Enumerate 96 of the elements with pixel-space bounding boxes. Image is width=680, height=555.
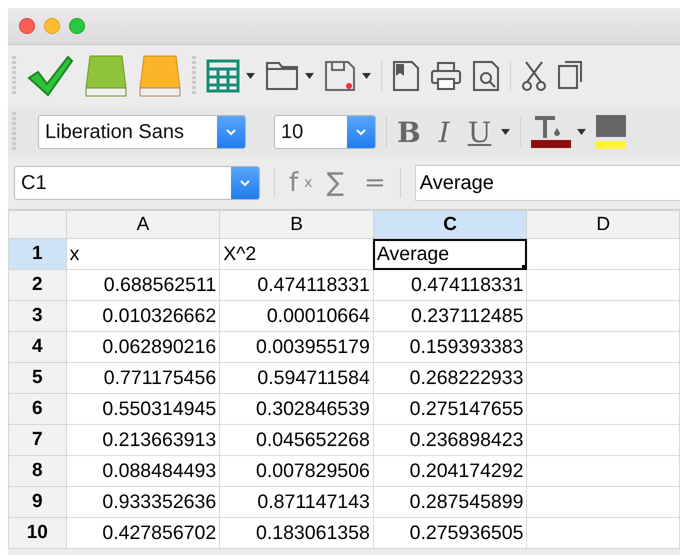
- caret-icon: [577, 129, 586, 135]
- table-cell[interactable]: 0.550314945: [66, 394, 220, 424]
- column-header[interactable]: B: [220, 210, 374, 238]
- table-cell[interactable]: 0.00010664: [220, 300, 374, 332]
- table-cell[interactable]: [526, 486, 680, 518]
- italic-button[interactable]: I: [438, 116, 450, 148]
- row-header[interactable]: 5: [8, 362, 66, 394]
- underline-button[interactable]: U: [468, 116, 492, 148]
- table-cell[interactable]: 0.268222933: [373, 362, 527, 394]
- font-color-button[interactable]: [531, 116, 586, 148]
- check-button[interactable]: [26, 54, 74, 98]
- table-cell[interactable]: 0.236898423: [373, 424, 527, 456]
- scissors-icon: [521, 60, 547, 92]
- table-cell[interactable]: 0.275147655: [373, 394, 527, 424]
- row-header[interactable]: 7: [8, 424, 66, 456]
- cut-button[interactable]: [521, 60, 547, 92]
- name-box[interactable]: C1: [14, 166, 260, 200]
- table-cell[interactable]: 0.062890216: [66, 332, 220, 362]
- highlight-button[interactable]: [596, 115, 626, 149]
- row-header[interactable]: 4: [8, 332, 66, 362]
- close-button[interactable]: [19, 18, 35, 34]
- print-preview-button[interactable]: [472, 60, 500, 92]
- table-cell[interactable]: [526, 300, 680, 332]
- table-button[interactable]: [206, 59, 255, 93]
- table-cell[interactable]: [526, 270, 680, 300]
- font-name-combo[interactable]: Liberation Sans: [38, 115, 246, 149]
- column-header[interactable]: D: [526, 210, 680, 238]
- document-magnifier-icon: [472, 60, 500, 92]
- table-cell[interactable]: 0.302846539: [220, 394, 374, 424]
- font-size-combo[interactable]: 10: [274, 115, 376, 149]
- zoom-button[interactable]: [69, 18, 85, 34]
- table-cell[interactable]: 0.045652268: [220, 424, 374, 456]
- table-cell[interactable]: [526, 332, 680, 362]
- copy-icon: [557, 60, 583, 92]
- table-cell[interactable]: [526, 424, 680, 456]
- row-header[interactable]: 9: [8, 486, 66, 518]
- row-header[interactable]: 6: [8, 394, 66, 424]
- highlighting-icon: [596, 115, 626, 149]
- table-cell[interactable]: [526, 362, 680, 394]
- print-button[interactable]: [430, 61, 462, 91]
- row-header[interactable]: 1: [8, 238, 66, 270]
- table-cell[interactable]: [526, 456, 680, 486]
- row-header[interactable]: 3: [8, 300, 66, 332]
- bold-button[interactable]: B: [397, 116, 421, 148]
- open-button[interactable]: [265, 61, 314, 91]
- table-cell[interactable]: Average: [373, 238, 527, 270]
- copy-button[interactable]: [557, 60, 583, 92]
- minimize-button[interactable]: [44, 18, 60, 34]
- caret-icon: [501, 129, 510, 135]
- row-header[interactable]: 10: [8, 518, 66, 548]
- book-button[interactable]: [84, 54, 128, 98]
- table-cell[interactable]: x: [66, 238, 220, 270]
- table-cell[interactable]: [526, 394, 680, 424]
- save-button[interactable]: [324, 60, 371, 92]
- table-cell[interactable]: 0.474118331: [373, 270, 527, 300]
- table-cell[interactable]: [526, 518, 680, 548]
- table-cell[interactable]: 0.871147143: [220, 486, 374, 518]
- chevron-down-icon: [239, 179, 251, 187]
- table-cell[interactable]: 0.594711584: [220, 362, 374, 394]
- font-color-icon: [531, 116, 572, 148]
- table-icon: [206, 59, 240, 93]
- column-header[interactable]: A: [66, 210, 220, 238]
- table-cell[interactable]: [526, 238, 680, 270]
- book-button[interactable]: [138, 54, 182, 98]
- book-icon: [138, 54, 182, 98]
- chevron-down-icon: [225, 128, 237, 136]
- book-icon: [84, 54, 128, 98]
- table-cell[interactable]: 0.204174292: [373, 456, 527, 486]
- table-cell[interactable]: 0.771175456: [66, 362, 220, 394]
- table-cell[interactable]: 0.688562511: [66, 270, 220, 300]
- table-cell[interactable]: 0.088484493: [66, 456, 220, 486]
- export-button[interactable]: [392, 60, 420, 92]
- folder-icon: [265, 61, 299, 91]
- caret-icon: [362, 73, 371, 79]
- caret-icon: [246, 73, 255, 79]
- table-cell[interactable]: 0.933352636: [66, 486, 220, 518]
- table-cell[interactable]: 0.474118331: [220, 270, 374, 300]
- table-cell[interactable]: 0.237112485: [373, 300, 527, 332]
- table-cell[interactable]: 0.159393383: [373, 332, 527, 362]
- chevron-down-icon: [355, 128, 367, 136]
- printer-icon: [430, 61, 462, 91]
- row-header[interactable]: 8: [8, 456, 66, 486]
- table-cell[interactable]: 0.427856702: [66, 518, 220, 548]
- table-cell[interactable]: 0.287545899: [373, 486, 527, 518]
- table-cell[interactable]: 0.007829506: [220, 456, 374, 486]
- table-cell[interactable]: 0.003955179: [220, 332, 374, 362]
- row-header[interactable]: 2: [8, 270, 66, 300]
- caret-icon: [305, 73, 314, 79]
- table-cell[interactable]: 0.183061358: [220, 518, 374, 548]
- document-icon: [392, 60, 420, 92]
- table-cell[interactable]: 0.275936505: [373, 518, 527, 548]
- table-cell[interactable]: 0.213663913: [66, 424, 220, 456]
- column-header[interactable]: C: [373, 210, 527, 238]
- checkmark-icon: [26, 54, 74, 98]
- corner-cell[interactable]: [8, 210, 66, 238]
- table-cell[interactable]: 0.010326662: [66, 300, 220, 332]
